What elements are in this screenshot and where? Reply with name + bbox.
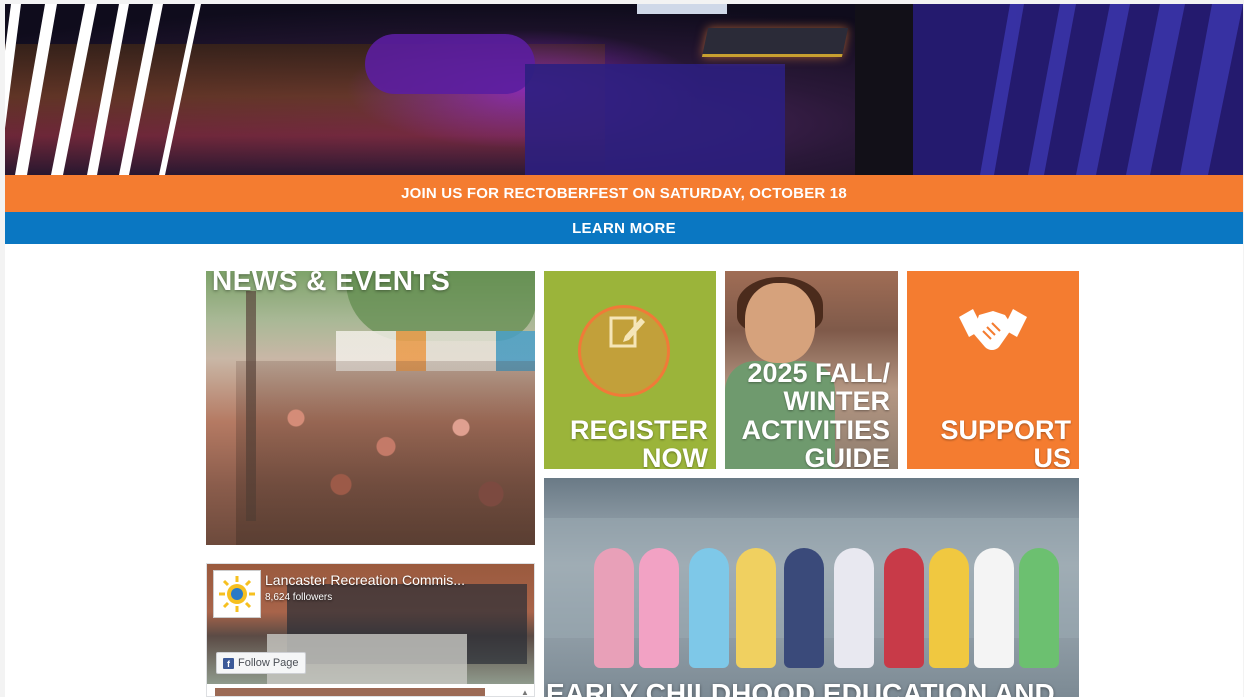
facebook-page-widget[interactable]: Lancaster Recreation Commis... 8,624 fol… [206, 563, 535, 697]
handshake-icon [959, 309, 1027, 350]
hero-image [5, 4, 1243, 175]
ece-photo-child [639, 548, 679, 668]
guide-label-line4: GUIDE [804, 443, 890, 469]
news-events-tile[interactable]: NEWS & EVENTS [206, 271, 535, 545]
scroll-up-arrow-icon[interactable]: ▲ [520, 688, 530, 696]
learn-more-button[interactable]: LEARN MORE [5, 212, 1243, 244]
ece-photo-child [689, 548, 729, 668]
facebook-page-name[interactable]: Lancaster Recreation Commis... [265, 572, 520, 588]
ece-photo-child [884, 548, 924, 668]
facebook-page-avatar[interactable] [213, 570, 261, 618]
ece-title: EARLY CHILDHOOD EDUCATION AND [546, 678, 1055, 697]
edit-form-icon [609, 316, 645, 348]
hero-chair [365, 34, 535, 94]
guide-label-line1: 2025 FALL/ [747, 358, 890, 388]
blue-stripes-decoration [980, 4, 1243, 175]
guide-label-line2: WINTER [783, 386, 890, 416]
guide-photo-child [745, 283, 815, 363]
ece-photo-child [929, 548, 969, 668]
support-label-line1: SUPPORT [940, 415, 1071, 445]
facebook-feed-preview [215, 688, 485, 696]
ece-photo-child [736, 548, 776, 668]
early-childhood-education-tile[interactable]: EARLY CHILDHOOD EDUCATION AND [544, 478, 1079, 697]
facebook-icon: f [223, 657, 234, 669]
page: JOIN US FOR RECTOBERFEST ON SATURDAY, OC… [5, 4, 1243, 697]
ece-photo-child [784, 548, 824, 668]
sun-logo-icon [219, 576, 255, 612]
support-label-line2: US [1033, 443, 1071, 469]
register-label-line1: REGISTER [569, 415, 708, 445]
follow-page-button[interactable]: f Follow Page [216, 652, 306, 674]
activities-guide-tile[interactable]: 2025 FALL/ WINTER ACTIVITIES GUIDE [725, 271, 898, 469]
news-events-title: NEWS & EVENTS [212, 271, 451, 296]
ece-photo-child [834, 548, 874, 668]
facebook-follower-count: 8,624 followers [265, 592, 333, 603]
event-announcement-bar[interactable]: JOIN US FOR RECTOBERFEST ON SATURDAY, OC… [5, 175, 1243, 212]
ece-photo-child [1019, 548, 1059, 668]
ece-photo-child [594, 548, 634, 668]
guide-label-line3: ACTIVITIES [741, 415, 890, 445]
hero-chair-back [525, 64, 785, 175]
follow-page-label: Follow Page [238, 657, 299, 669]
hero-monitor [637, 4, 727, 14]
hero-keyboard [701, 28, 849, 57]
support-us-tile[interactable]: SUPPORT US [907, 271, 1079, 469]
news-photo-crowd [236, 361, 535, 545]
register-label-line2: NOW [642, 443, 708, 469]
white-stripes-decoration [5, 4, 201, 175]
ece-photo-child [974, 548, 1014, 668]
register-now-tile[interactable]: REGISTER NOW [544, 271, 716, 469]
